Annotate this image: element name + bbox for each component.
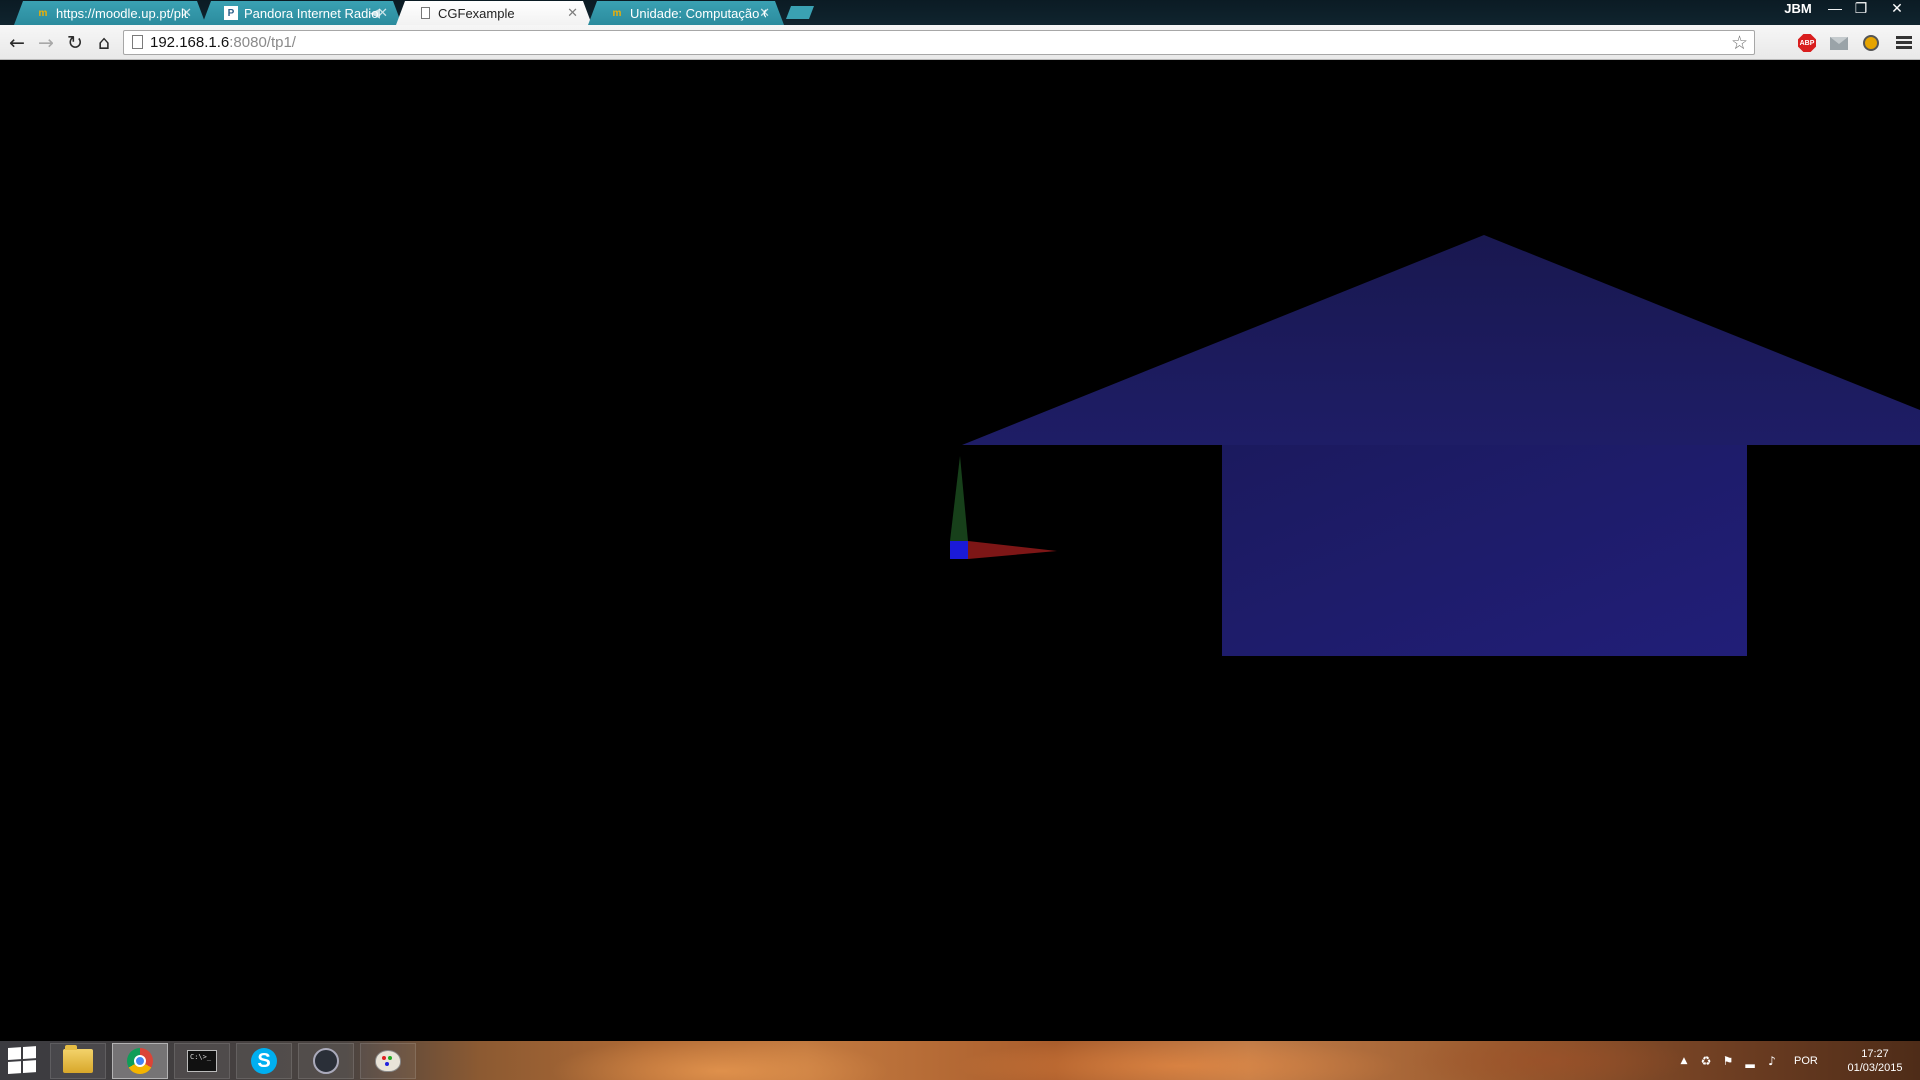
steam-icon <box>313 1048 339 1074</box>
axis-y <box>950 456 968 541</box>
url-host: 192.168.1.6 <box>150 34 230 51</box>
folder-icon <box>63 1045 93 1073</box>
show-hidden-icons-button[interactable]: ▲ <box>1676 1056 1692 1066</box>
input-language[interactable]: POR <box>1794 1055 1818 1067</box>
tab-label: Pandora Internet Radio <box>244 5 379 21</box>
windows-start-button[interactable] <box>8 1046 38 1076</box>
recycle-icon[interactable]: ♻ <box>1698 1054 1714 1068</box>
tab-unidade[interactable]: m Unidade: Computação Gr ✕ <box>588 1 784 25</box>
tab-label: CGFexample <box>438 5 515 21</box>
address-bar[interactable]: 192.168.1.6:8080/tp1/ ☆ <box>123 30 1755 55</box>
hat-icon[interactable] <box>1861 33 1881 53</box>
tab-pandora[interactable]: P Pandora Internet Radio ◀ ✕ <box>202 1 402 25</box>
reload-button[interactable]: ↻ <box>63 31 87 55</box>
webgl-canvas[interactable] <box>0 60 1920 1041</box>
clock-time: 17:27 <box>1861 1048 1889 1060</box>
house-wall <box>1222 445 1747 656</box>
command-prompt-taskbar-button[interactable]: C:\>_ <box>174 1043 230 1079</box>
adblock-plus-icon[interactable]: ABP <box>1797 33 1817 53</box>
chrome-icon <box>127 1048 153 1074</box>
page-info-icon[interactable] <box>132 35 143 49</box>
house-roof <box>962 235 1920 445</box>
scene-render <box>950 235 1920 656</box>
system-clock[interactable]: 17:27 01/03/2015 <box>1836 1047 1914 1075</box>
pandora-favicon-icon: P <box>224 6 238 20</box>
paint-taskbar-button[interactable] <box>360 1043 416 1079</box>
forward-button[interactable]: → <box>34 31 58 55</box>
url-text[interactable]: 192.168.1.6:8080/tp1/ <box>150 34 296 51</box>
close-tab-icon[interactable]: ✕ <box>759 5 770 21</box>
steam-taskbar-button[interactable] <box>298 1043 354 1079</box>
browser-tab-strip: m https://moodle.up.pt/plu ✕ P Pandora I… <box>0 0 1920 25</box>
paint-palette-icon <box>375 1050 401 1072</box>
browser-toolbar: ← → ↻ ⌂ 192.168.1.6:8080/tp1/ ☆ ABP <box>0 25 1920 60</box>
home-button[interactable]: ⌂ <box>92 31 116 55</box>
skype-taskbar-button[interactable]: S <box>236 1043 292 1079</box>
tab-moodle[interactable]: m https://moodle.up.pt/plu ✕ <box>14 1 206 25</box>
url-path: :8080/tp1/ <box>229 34 296 51</box>
clock-date: 01/03/2015 <box>1847 1062 1903 1074</box>
system-tray: ▲ ♻ ⚑ ▂ ♪ POR <box>1676 1041 1818 1080</box>
close-tab-icon[interactable]: ✕ <box>181 5 192 21</box>
back-button[interactable]: ← <box>5 31 29 55</box>
profile-badge[interactable]: JBM <box>1780 0 1816 17</box>
close-window-button[interactable]: ✕ <box>1880 0 1914 18</box>
chrome-taskbar-button[interactable] <box>112 1043 168 1079</box>
chrome-menu-button[interactable] <box>1894 33 1914 53</box>
tab-cgfexample[interactable]: CGFexample ✕ <box>396 1 592 25</box>
action-center-flag-icon[interactable]: ⚑ <box>1720 1054 1736 1068</box>
mail-icon[interactable] <box>1829 33 1849 53</box>
page-favicon-icon <box>418 6 432 20</box>
terminal-icon: C:\>_ <box>187 1050 217 1072</box>
new-tab-button[interactable] <box>786 6 814 19</box>
minimize-button[interactable]: — <box>1822 0 1848 18</box>
network-signal-icon[interactable]: ▂ <box>1742 1054 1758 1068</box>
axis-z <box>950 541 968 559</box>
skype-icon: S <box>251 1048 277 1074</box>
moodle-favicon-icon: m <box>38 7 48 19</box>
close-tab-icon[interactable]: ✕ <box>567 5 578 21</box>
tab-label: https://moodle.up.pt/plu <box>56 5 188 21</box>
close-tab-icon[interactable]: ✕ <box>377 5 388 21</box>
volume-icon[interactable]: ♪ <box>1764 1054 1780 1068</box>
windows-taskbar: C:\>_ S ▲ ♻ ⚑ ▂ ♪ POR 17:27 01/03/2015 <box>0 1041 1920 1080</box>
restore-button[interactable]: ❐ <box>1848 0 1874 18</box>
tab-label: Unidade: Computação Gr <box>630 5 766 21</box>
bookmark-star-icon[interactable]: ☆ <box>1731 32 1748 54</box>
file-explorer-taskbar-button[interactable] <box>50 1043 106 1079</box>
moodle-favicon-icon: m <box>612 7 622 19</box>
axis-x <box>968 541 1057 559</box>
